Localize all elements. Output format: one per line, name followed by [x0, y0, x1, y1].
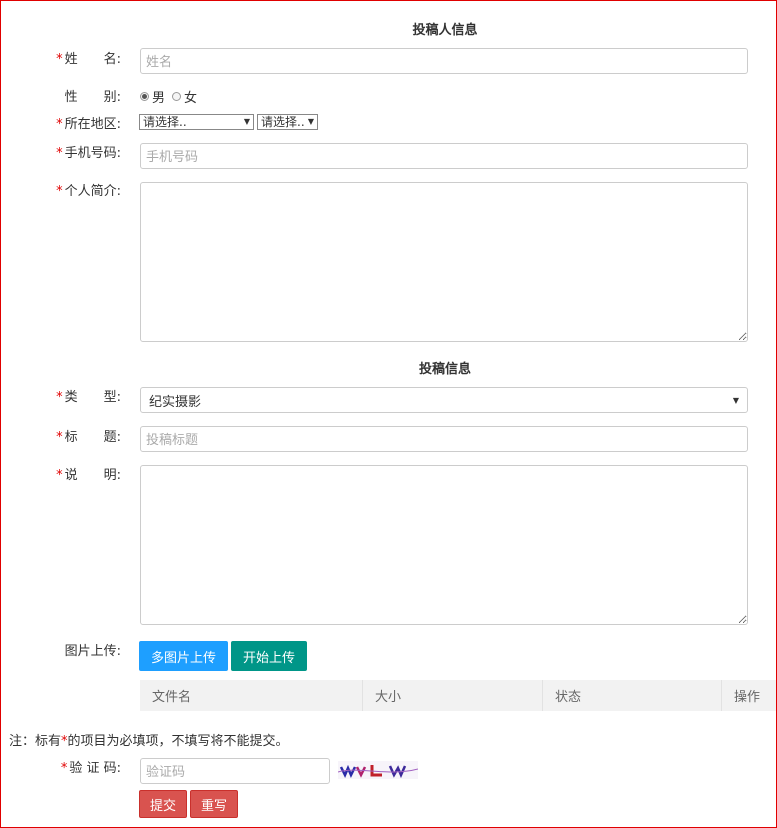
chevron-down-icon: ▼: [243, 117, 250, 126]
region-label: * 所在地区:: [56, 117, 121, 132]
reset-button[interactable]: 重写: [190, 790, 238, 818]
gender-female-radio[interactable]: [172, 92, 182, 101]
region-province-select[interactable]: 请选择.. ▼: [139, 114, 254, 130]
submit-button[interactable]: 提交: [139, 790, 187, 818]
gender-label: 性 别:: [64, 90, 121, 105]
description-textarea[interactable]: [140, 465, 748, 625]
gender-radio-group: 男 女: [140, 87, 197, 106]
chevron-down-icon: ▼: [307, 117, 314, 126]
chevron-down-icon: ▼: [732, 395, 739, 405]
captcha-label: * 验 证 码:: [60, 761, 121, 776]
description-label: * 说 明:: [56, 468, 121, 483]
column-status: 状态: [543, 680, 722, 711]
gender-male-radio[interactable]: [140, 92, 149, 101]
name-label: * 姓 名:: [56, 52, 121, 67]
required-star: *: [56, 430, 63, 445]
required-star: *: [56, 146, 63, 161]
column-actions: 操作: [734, 690, 761, 705]
required-star: *: [56, 184, 63, 199]
name-input[interactable]: [140, 48, 748, 74]
submitter-section-title: 投稿人信息: [412, 23, 478, 38]
required-note: 注：标有*的项目为必填项，不填写将不能提交。: [9, 734, 289, 749]
captcha-image[interactable]: [338, 761, 418, 779]
required-star: *: [56, 468, 63, 483]
required-star: *: [56, 390, 63, 405]
submission-section-title: 投稿信息: [418, 362, 471, 377]
column-size: 大小: [363, 680, 543, 711]
required-star: *: [60, 761, 68, 776]
required-star: *: [56, 52, 63, 67]
start-upload-button[interactable]: 开始上传: [231, 641, 307, 671]
multi-upload-button[interactable]: 多图片上传: [139, 641, 228, 671]
required-star: *: [56, 117, 63, 132]
bio-label: * 个人简介:: [56, 184, 121, 199]
type-select[interactable]: 纪实摄影 ▼: [140, 387, 748, 413]
phone-input[interactable]: [140, 143, 748, 169]
column-filename: 文件名: [140, 680, 363, 711]
gender-male-label: 男: [152, 91, 166, 106]
title-label: * 标 题:: [56, 430, 121, 445]
form-container: 投稿人信息 *姓 名: 性 别: 男 女 *所在地区: 请选择..▼ 请选择..…: [1, 1, 776, 827]
phone-label: * 手机号码:: [56, 146, 121, 161]
captcha-input[interactable]: [140, 758, 330, 784]
type-label: * 类 型:: [56, 390, 121, 405]
gender-female-label: 女: [184, 91, 198, 106]
title-input[interactable]: [140, 426, 748, 452]
file-table-header: 文件名 大小 状态 操作: [140, 680, 776, 711]
bio-textarea[interactable]: [140, 182, 748, 342]
upload-label: 图片上传:: [64, 644, 121, 659]
region-city-select[interactable]: 请选择.. ▼: [257, 114, 318, 130]
